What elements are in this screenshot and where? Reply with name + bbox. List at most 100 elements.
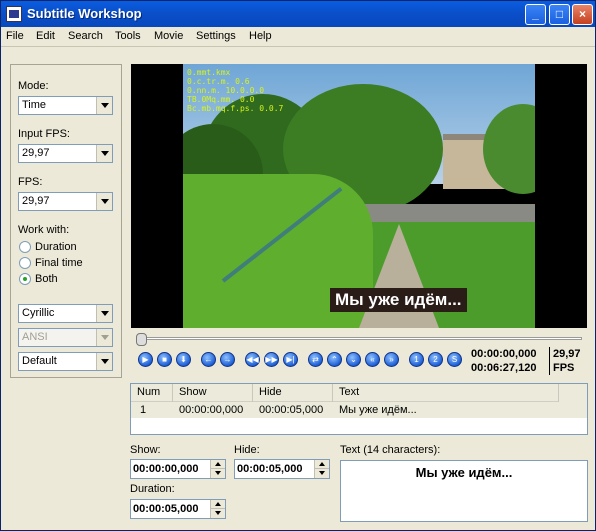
next-frame-icon[interactable]: ▶| [283, 352, 298, 367]
set-start-icon[interactable]: ⇄ [308, 352, 323, 367]
work-with-label: Work with: [18, 224, 70, 236]
prev-subtitle-icon[interactable]: « [365, 352, 380, 367]
column-header-hide[interactable]: Hide [253, 384, 333, 402]
fps-readout: 29,97 FPS [549, 347, 581, 375]
charset-select[interactable]: Cyrillic [18, 304, 113, 323]
play-icon[interactable]: ▶ [138, 352, 153, 367]
video-subtitle: Мы уже идём... [330, 288, 467, 312]
menu-settings[interactable]: Settings [196, 30, 236, 42]
cell-show: 00:00:00,000 [179, 404, 244, 416]
column-header-show[interactable]: Show [173, 384, 253, 402]
radio-both[interactable] [19, 273, 31, 285]
hide-time-field[interactable]: 00:00:05,000 [234, 459, 330, 479]
menu-tools[interactable]: Tools [115, 30, 141, 42]
show-time-field[interactable]: 00:00:00,000 [130, 459, 226, 479]
chevron-down-icon [96, 329, 112, 346]
input-fps-value: 29,97 [22, 147, 50, 159]
radio-both-label: Both [35, 273, 58, 285]
radio-final-time[interactable] [19, 257, 31, 269]
fps-select[interactable]: 29,97 [18, 192, 113, 211]
sync-1-icon[interactable]: 1 [409, 352, 424, 367]
style-value: Default [22, 355, 57, 367]
spin-up-icon[interactable] [314, 460, 329, 469]
video-path [359, 224, 439, 328]
sync-s-icon[interactable]: S [447, 352, 462, 367]
list-header: Num Show Hide Text [131, 384, 559, 402]
seek-track[interactable] [136, 337, 582, 340]
spin-down-icon[interactable] [314, 469, 329, 478]
spin-up-icon[interactable] [210, 500, 225, 509]
list-header-filler [559, 384, 587, 418]
menu-help[interactable]: Help [249, 30, 272, 42]
encoding-select: ANSI [18, 328, 113, 347]
mode-select-value: Time [22, 99, 47, 111]
hide-time-value: 00:00:05,000 [237, 463, 303, 475]
app-icon [6, 6, 22, 22]
current-position: 00:00:00,000 [471, 348, 537, 360]
video-player[interactable]: Мы уже идём... 0.mmt.kmx 0.c.tr.m. 0.6 0… [131, 64, 587, 328]
duration-value: 00:00:05,000 [133, 503, 199, 515]
column-header-num[interactable]: Num [131, 384, 173, 402]
duration-label: Duration: [130, 483, 175, 495]
show-time-value: 00:00:00,000 [133, 463, 199, 475]
chevron-down-icon [96, 193, 112, 210]
menu-search[interactable]: Search [68, 30, 103, 42]
sync-2-icon[interactable]: 2 [428, 352, 443, 367]
forward-icon[interactable]: → [220, 352, 235, 367]
chevron-down-icon [96, 97, 112, 114]
osd-line: TB.0Mq.mm. 0.0 [187, 95, 255, 104]
hide-label: Hide: [234, 444, 260, 456]
osd-line: 0.mmt.kmx [187, 68, 231, 77]
chevron-down-icon [96, 305, 112, 322]
maximize-button[interactable]: □ [549, 4, 570, 25]
osd-line: 0.nn.m. 10.0.0.0 [187, 86, 265, 95]
show-label: Show: [130, 444, 161, 456]
encoding-value: ANSI [22, 331, 48, 343]
video-road [353, 204, 535, 222]
cell-text: Мы уже идём... [339, 404, 417, 416]
menu-movie[interactable]: Movie [154, 30, 183, 42]
set-both-icon[interactable]: ⌄ [346, 352, 361, 367]
seek-slider[interactable] [136, 333, 147, 346]
cell-hide: 00:00:05,000 [259, 404, 324, 416]
movie-length: 00:06:27,120 [471, 362, 537, 374]
spin-down-icon[interactable] [210, 469, 225, 478]
back-icon[interactable]: ← [201, 352, 216, 367]
table-row[interactable]: 1 00:00:00,000 00:00:05,000 Мы уже идём.… [131, 402, 559, 418]
spin-up-icon[interactable] [210, 460, 225, 469]
osd-line: Bc.mb.mq.f.ps. 0.0.7 [187, 104, 284, 113]
mode-select[interactable]: Time [18, 96, 113, 115]
column-header-text[interactable]: Text [333, 384, 559, 402]
radio-final-time-label: Final time [35, 257, 83, 269]
input-fps-select[interactable]: 29,97 [18, 144, 113, 163]
menu-bar: File Edit Search Tools Movie Settings He… [1, 27, 595, 47]
subtitle-text-editor[interactable]: Мы уже идём... [340, 460, 588, 522]
chevron-down-icon [96, 353, 112, 370]
video-osd: 0.mmt.kmx 0.c.tr.m. 0.6 0.nn.m. 10.0.0.0… [187, 68, 283, 113]
radio-duration-label: Duration [35, 241, 77, 253]
stop-icon[interactable]: ■ [157, 352, 172, 367]
rewind-icon[interactable]: ◀◀ [245, 352, 260, 367]
menu-edit[interactable]: Edit [36, 30, 55, 42]
style-select[interactable]: Default [18, 352, 113, 371]
close-button[interactable]: × [572, 4, 593, 25]
duration-field[interactable]: 00:00:05,000 [130, 499, 226, 519]
minimize-button[interactable]: _ [525, 4, 546, 25]
step-down-icon[interactable]: ⬇ [176, 352, 191, 367]
fps-value: 29,97 [22, 195, 50, 207]
osd-line: 0.c.tr.m. 0.6 [187, 77, 250, 86]
mode-label: Mode: [18, 80, 49, 92]
fps-readout-label: FPS [553, 362, 575, 374]
radio-duration[interactable] [19, 241, 31, 253]
spin-down-icon[interactable] [210, 509, 225, 518]
next-subtitle-icon[interactable]: » [384, 352, 399, 367]
window-title: Subtitle Workshop [27, 6, 142, 21]
fast-forward-icon[interactable]: ▶▶ [264, 352, 279, 367]
menu-file[interactable]: File [6, 30, 24, 42]
text-label: Text (14 characters): [340, 444, 441, 456]
set-end-icon[interactable]: ⌃ [327, 352, 342, 367]
subtitle-text-value: Мы уже идём... [415, 465, 513, 480]
time-readout: 00:00:00,000 00:06:27,120 [471, 347, 536, 375]
subtitle-list[interactable]: Num Show Hide Text 1 00:00:00,000 00:00:… [130, 383, 588, 435]
fps-label: FPS: [18, 176, 43, 188]
